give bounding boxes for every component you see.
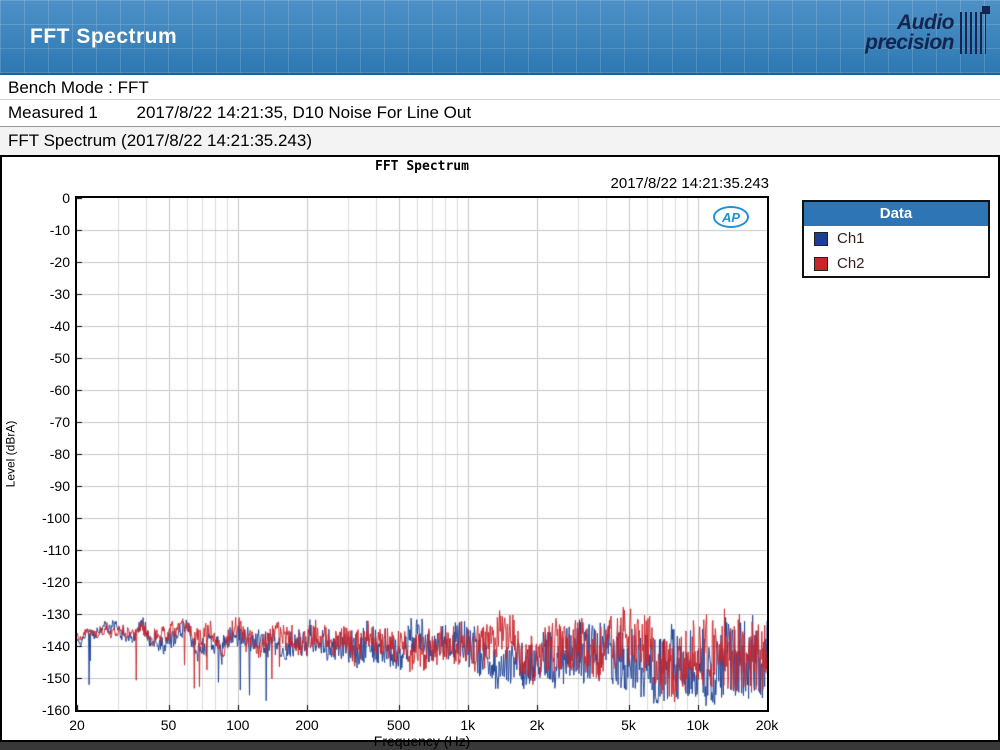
- x-tick-label: 5k: [621, 717, 636, 733]
- y-tick-label: -70: [49, 414, 70, 430]
- audio-precision-logo-text: Audio precision: [865, 11, 954, 54]
- x-tick-label: 20: [69, 717, 85, 733]
- chart-title: FFT Spectrum: [375, 159, 469, 174]
- measured-row: Measured 1 2017/8/22 14:21:35, D10 Noise…: [0, 100, 1000, 126]
- x-tick-label: 10k: [686, 717, 710, 733]
- logo-barcode-icon: [960, 6, 990, 54]
- logo-square-icon: [982, 6, 990, 14]
- y-tick-label: -40: [49, 318, 70, 334]
- legend-label-ch2: Ch2: [837, 255, 865, 272]
- y-tick-label: -60: [49, 382, 70, 398]
- plot-area: AP: [75, 196, 769, 712]
- y-tick-label: -100: [41, 510, 70, 526]
- app-header: FFT Spectrum Audio precision: [0, 0, 1000, 75]
- x-tick-label: 2k: [529, 717, 545, 733]
- legend-title: Data: [804, 202, 988, 226]
- x-tick-label: 100: [226, 717, 250, 733]
- ch1-color-swatch: [814, 231, 828, 246]
- legend-label-ch1: Ch1: [837, 230, 865, 247]
- ap-logo-text: AP: [721, 209, 741, 225]
- chart-panel: FFT Spectrum 2017/8/22 14:21:35.243 Leve…: [0, 155, 1000, 749]
- section-title: FFT Spectrum (2017/8/22 14:21:35.243): [0, 126, 1000, 155]
- page-title: FFT Spectrum: [30, 24, 178, 48]
- legend-item-ch1[interactable]: Ch1: [804, 226, 988, 251]
- y-tick-label: -90: [49, 478, 70, 494]
- y-tick-label: -140: [41, 638, 70, 654]
- measured-value: 2017/8/22 14:21:35, D10 Noise For Line O…: [136, 103, 472, 122]
- y-tick-label: -10: [49, 222, 70, 238]
- y-tick-label: -150: [41, 670, 70, 686]
- y-tick-label: -20: [49, 254, 70, 270]
- x-tick-label: 1k: [460, 717, 476, 733]
- y-tick-label: -110: [43, 542, 70, 558]
- x-tick-label: 20k: [755, 717, 779, 733]
- ch2-color-swatch: [814, 256, 828, 271]
- legend: Data Ch1 Ch2: [802, 200, 990, 278]
- logo-line2: precision: [865, 31, 954, 54]
- audio-precision-logo: Audio precision: [865, 6, 990, 54]
- x-tick-label: 200: [295, 717, 319, 733]
- x-tick-label: 50: [160, 717, 177, 733]
- bench-mode-row: Bench Mode : FFT: [0, 75, 1000, 100]
- measured-label: Measured 1: [8, 103, 98, 122]
- y-tick-label: -50: [49, 350, 70, 366]
- y-tick-label: -120: [41, 574, 70, 590]
- logo-line1: Audio: [897, 11, 954, 34]
- x-axis-label: Frequency (Hz): [373, 733, 471, 749]
- y-tick-label: -80: [49, 446, 70, 462]
- y-tick-label: -160: [41, 702, 70, 718]
- fft-plot-canvas[interactable]: [77, 198, 767, 710]
- y-tick-label: -130: [41, 606, 70, 622]
- y-tick-label: -30: [49, 286, 70, 302]
- y-axis-label: Level (dBrA): [2, 196, 18, 712]
- x-tick-label: 500: [386, 717, 411, 733]
- y-tick-label: 0: [62, 190, 70, 206]
- chart-timestamp: 2017/8/22 14:21:35.243: [610, 175, 769, 192]
- legend-item-ch2[interactable]: Ch2: [804, 251, 988, 276]
- y-axis-label-text: Level (dBrA): [3, 420, 18, 488]
- ap-logo-icon: AP: [713, 206, 749, 228]
